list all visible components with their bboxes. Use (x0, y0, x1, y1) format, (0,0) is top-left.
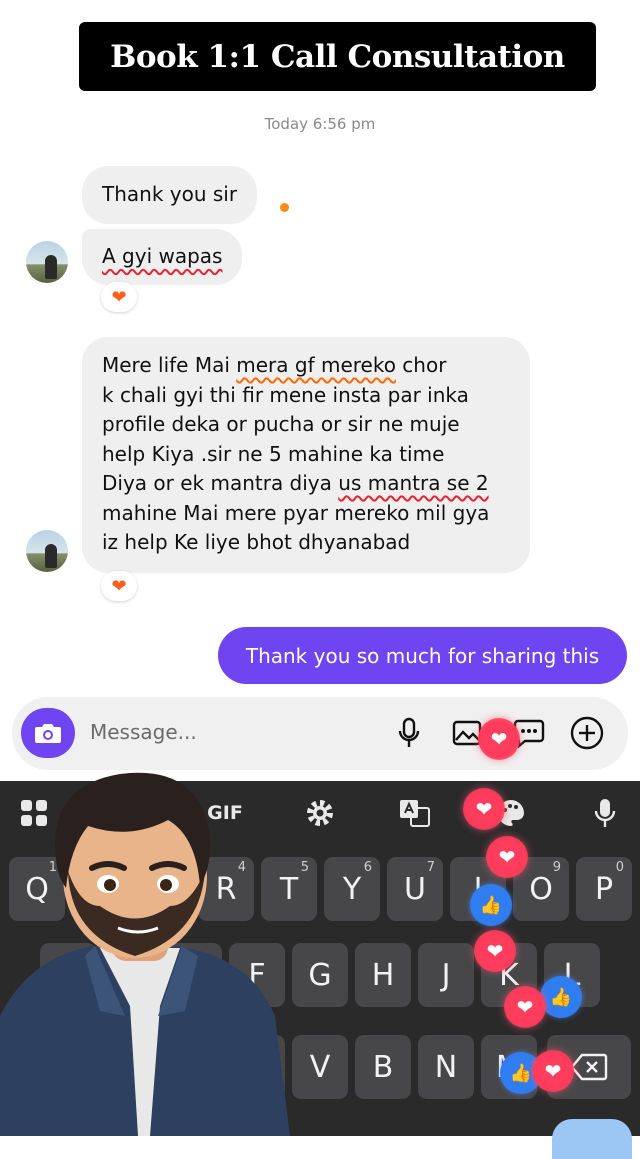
message-line: profile deka or pucha or sir ne muje (102, 412, 460, 436)
received-message-2[interactable]: A gyi wapas (82, 229, 243, 285)
key-label: B (372, 1049, 394, 1085)
message-line: Mere life Mai (102, 353, 237, 377)
key-hint: 7 (426, 860, 435, 875)
key-h[interactable]: H (355, 943, 411, 1007)
chat-timestamp: Today 6:56 pm (264, 115, 376, 133)
key-hint: 0 (615, 860, 624, 875)
floating-heart: ❤ (474, 930, 516, 972)
key-j[interactable]: J (418, 943, 474, 1007)
key-u[interactable]: U7 (387, 857, 443, 921)
key-n[interactable]: N (418, 1035, 474, 1099)
enter-key[interactable] (552, 1119, 632, 1159)
key-label: P (594, 871, 614, 907)
floating-heart: ❤ (486, 836, 528, 878)
key-label: G (308, 957, 332, 993)
camera-button[interactable] (21, 708, 75, 758)
microphone-icon (594, 799, 616, 827)
orange-dot (280, 203, 289, 212)
animated-avatar (0, 772, 290, 1136)
settings-button[interactable] (302, 795, 338, 831)
received-message-1[interactable]: Thank you sir (82, 166, 258, 224)
key-label: U (404, 871, 426, 907)
key-y[interactable]: Y6 (324, 857, 380, 921)
key-label: V (309, 1049, 331, 1085)
message-line: Diya or ek mantra diya (102, 471, 339, 495)
message-text: Thank you sir (102, 182, 238, 207)
key-label: O (529, 871, 553, 907)
key-v[interactable]: V (292, 1035, 348, 1099)
backspace-icon (570, 1053, 608, 1081)
gear-icon (307, 800, 333, 826)
key-label: J (441, 957, 451, 993)
message-text: Thank you so much for sharing this (245, 643, 600, 668)
key-b[interactable]: B (355, 1035, 411, 1099)
message-line: chor (395, 353, 447, 377)
message-input[interactable]: Message... (90, 720, 197, 744)
key-hint: 5 (300, 860, 309, 875)
message-line-highlight: mera gf mereko (236, 353, 396, 377)
heart-icon: ❤ (111, 286, 127, 308)
key-label: H (371, 957, 395, 993)
floating-heart: ❤ (532, 1050, 574, 1092)
banner-title: Book 1:1 Call Consultation (110, 38, 565, 75)
microphone-icon (398, 717, 420, 747)
sender-avatar[interactable] (26, 241, 68, 283)
translate-button[interactable] (398, 795, 432, 831)
key-p[interactable]: P0 (576, 857, 632, 921)
key-g[interactable]: G (292, 943, 348, 1007)
sent-message[interactable]: Thank you so much for sharing this (218, 627, 627, 684)
floating-like: 👍 (470, 884, 512, 926)
floating-heart: ❤ (504, 986, 546, 1028)
floating-heart: ❤ (463, 788, 505, 830)
plus-circle-icon (570, 716, 604, 750)
camera-icon (35, 724, 61, 743)
message-line: help Kiya .sir ne 5 mahine ka time (102, 441, 445, 466)
consultation-banner[interactable]: Book 1:1 Call Consultation (79, 22, 596, 91)
key-hint: 6 (363, 860, 372, 875)
message-line: mahine Mai mere pyar mereko mil gya (102, 500, 490, 525)
sender-avatar[interactable] (26, 530, 68, 572)
key-hint: 9 (552, 860, 561, 875)
translate-icon (400, 800, 430, 827)
heart-reaction[interactable]: ❤ (101, 282, 137, 312)
key-label: Y (342, 871, 362, 907)
received-message-3[interactable]: Mere life Mai mera gf mereko chor k chal… (82, 337, 530, 573)
add-button[interactable] (570, 716, 604, 750)
microphone-button[interactable] (392, 716, 426, 750)
key-label: N (434, 1049, 458, 1085)
heart-reaction[interactable]: ❤ (101, 571, 137, 601)
message-line: k chali gyi thi fir mene insta par inka (102, 382, 469, 407)
heart-icon: ❤ (111, 575, 127, 597)
floating-like: 👍 (540, 976, 582, 1018)
floating-heart: ❤ (478, 718, 520, 760)
message-line-highlight: us mantra se 2 (338, 471, 489, 495)
voice-input-button[interactable] (590, 795, 620, 831)
message-text: A gyi wapas (102, 244, 223, 269)
message-line: iz help Ke liye bhot dhyanabad (102, 530, 411, 554)
